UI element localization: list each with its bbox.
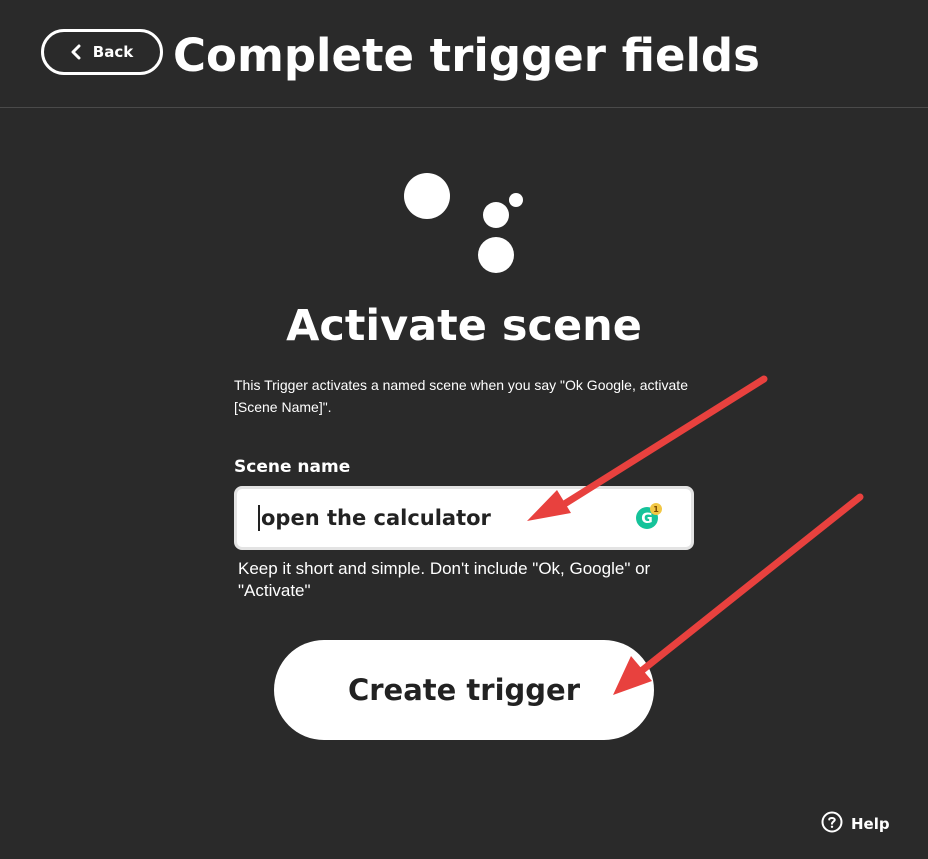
help-label: Help (851, 815, 890, 833)
scene-name-label: Scene name (234, 457, 351, 477)
scene-name-helper-text: Keep it short and simple. Don't include … (238, 559, 651, 600)
page: Back Complete trigger fields Activate sc… (0, 0, 928, 859)
help-question-icon (821, 811, 843, 837)
scene-name-input-value: open the calculator (258, 505, 491, 531)
page-title: Complete trigger fields (173, 29, 760, 82)
create-trigger-button[interactable]: Create trigger (274, 640, 654, 740)
grammarly-icon[interactable]: G 1 (635, 503, 663, 531)
back-button-label: Back (92, 43, 134, 61)
trigger-description: This Trigger activates a named scene whe… (234, 377, 688, 415)
trigger-title: Activate scene (286, 301, 642, 351)
back-button[interactable]: Back (41, 29, 163, 75)
google-assistant-dots-icon (400, 158, 530, 278)
help-link[interactable]: Help (821, 811, 890, 837)
grammarly-badge-count: 1 (653, 505, 659, 514)
svg-text:G: G (641, 511, 653, 527)
header-bar: Back Complete trigger fields (0, 0, 928, 108)
scene-name-input[interactable]: open the calculator G 1 (234, 486, 694, 550)
chevron-left-icon (71, 44, 81, 60)
